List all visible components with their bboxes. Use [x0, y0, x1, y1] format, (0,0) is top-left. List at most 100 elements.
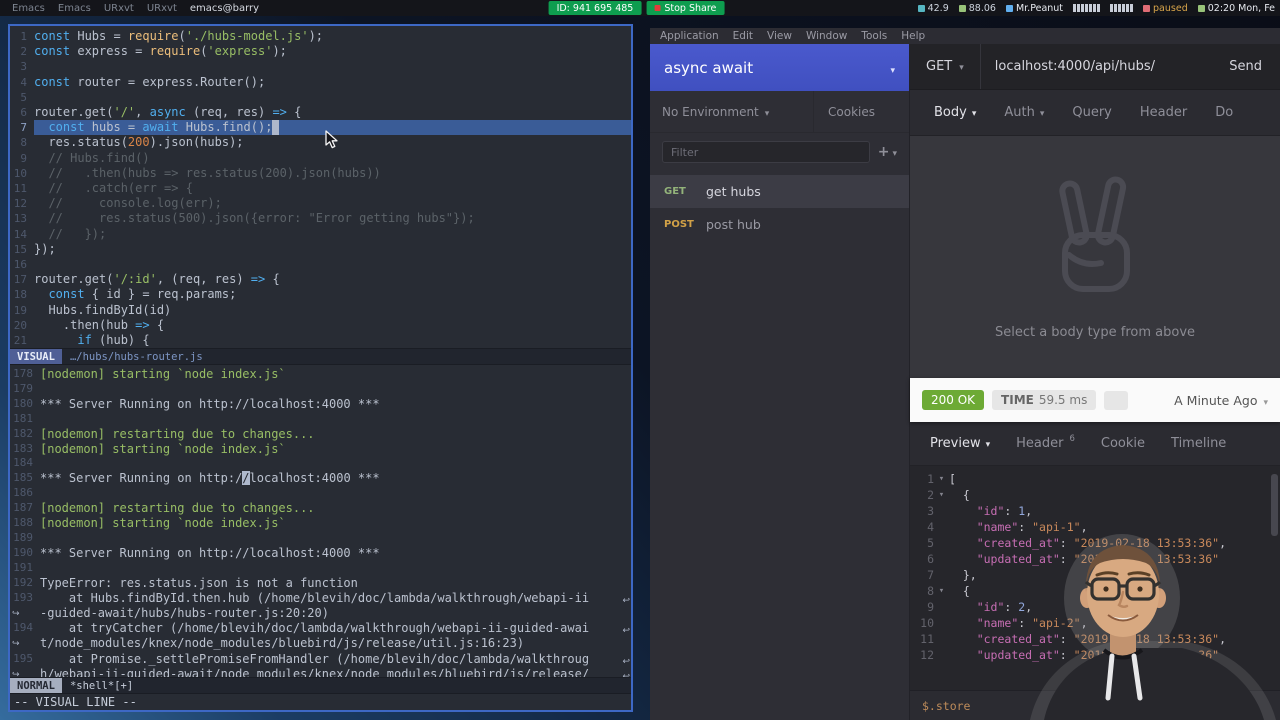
desktop: Emacs Emacs URxvt URxvt emacs@barry ID: 941 … [0, 0, 1280, 720]
code-text: // .catch(err => { [34, 181, 193, 196]
response-tab-cookie[interactable]: Cookie [1101, 436, 1145, 451]
shell-line: h/webapi-ii-guided-await/node_modules/kn… [10, 667, 631, 677]
line-number: 184 [13, 456, 33, 470]
shell-line: 193 at Hubs.findById.then.hub (/home/ble… [10, 591, 631, 606]
echo-area: -- VISUAL LINE -- [14, 695, 137, 709]
environment-selector[interactable]: No Environment [650, 91, 813, 132]
code-line: 17 router.get('/:id', (req, res) => { [10, 272, 631, 287]
shell-text: -guided-await/hubs/hubs-router.js:20:20) [40, 605, 329, 620]
line-number: 15 [13, 242, 27, 256]
chevron-down-icon [1263, 393, 1268, 408]
menu-tools[interactable]: Tools [861, 30, 887, 42]
menu-window[interactable]: Window [806, 30, 847, 42]
tray-icon [1143, 4, 1151, 12]
shell-line: 185 *** Server Running on http://localhos… [10, 471, 631, 486]
menu-edit[interactable]: Edit [733, 30, 753, 42]
code-line: 11 // .catch(err => { [10, 181, 631, 196]
scrollbar-thumb[interactable] [1271, 474, 1278, 536]
workspace-dropdown[interactable]: async await [650, 44, 909, 91]
plus-icon [878, 144, 890, 160]
send-button[interactable]: Send [1211, 44, 1280, 89]
request-item[interactable]: GET get hubs [650, 175, 909, 208]
app-main: async await No Environment Cookies [650, 44, 1280, 720]
shell-line: t/node_modules/knex/node_modules/bluebir… [10, 636, 631, 652]
json-line: 11 "created_at": "2019-02-18 13:53:36", [910, 631, 1280, 647]
response-tabs: Preview Header 6 Cookie Timeline [910, 422, 1280, 466]
request-tab-query[interactable]: Query [1072, 105, 1112, 120]
url-input[interactable]: localhost:4000/api/hubs/ [981, 59, 1211, 74]
json-line: 7 }, [910, 567, 1280, 583]
code-text: router.get('/', async (req, res) => { [34, 105, 302, 120]
request-item[interactable]: POST post hub [650, 208, 909, 241]
json-line: 10 "name": "api-2", [910, 615, 1280, 631]
wrap-arrow-icon [622, 668, 630, 677]
response-history-dropdown[interactable]: A Minute Ago [1174, 393, 1268, 408]
wrap-continue-icon [10, 636, 40, 652]
json-text: "id": 1, [976, 504, 1033, 518]
response-meta: 200 OK TIME 59.5 ms A Minute Ago [910, 378, 1280, 422]
shell-line: 194 at tryCatcher (/home/blevih/doc/lamb… [10, 621, 631, 636]
cookies-button[interactable]: Cookies [813, 91, 909, 132]
shell-buffer[interactable]: 178 [nodemon] starting `node index.js` 179… [10, 365, 631, 677]
menu-view[interactable]: View [767, 30, 792, 42]
body-hint: Select a body type from above [994, 324, 1196, 340]
code-line: 19 Hubs.findById(id) [10, 303, 631, 318]
line-number: 181 [13, 411, 33, 425]
code-line: 5 [10, 90, 631, 105]
tab-label: Cookie [1100, 436, 1146, 451]
response-tab-header[interactable]: Header 6 [1016, 434, 1075, 452]
method-dropdown[interactable]: GET [910, 44, 980, 89]
json-text: [ [949, 472, 956, 486]
response-tab-timeline[interactable]: Timeline [1171, 436, 1226, 451]
request-tab-body[interactable]: Body [934, 105, 976, 120]
sidebar-filter-input[interactable] [662, 141, 870, 163]
menu-application[interactable]: Application [660, 30, 719, 42]
tray-label: 88.06 [968, 2, 996, 14]
request-name: post hub [706, 217, 761, 232]
environment-label: No Environment [662, 104, 759, 119]
size-badge [1104, 390, 1129, 410]
window-button[interactable]: Emacs [12, 3, 45, 14]
fold-caret-icon[interactable]: ▾ [934, 487, 949, 503]
history-label: A Minute Ago [1174, 392, 1258, 408]
json-view[interactable]: 1 ▾[2 ▾ {3 "id": 1, 4 "name": "api-1", 5 "cr… [910, 466, 1280, 690]
code-line: 15}); [10, 242, 631, 257]
bar-icon [1118, 4, 1122, 12]
tray-label: 42.9 [927, 2, 949, 14]
line-number: 6 [20, 106, 27, 120]
window-button[interactable]: URxvt [104, 3, 134, 14]
stop-share-button[interactable]: Stop Share [646, 1, 725, 15]
tray-item: 02:20 Mon, Fe [1197, 3, 1275, 14]
method-label: GET [664, 186, 686, 197]
fold-caret-icon[interactable]: ▾ [934, 471, 949, 487]
json-path-filter-input[interactable] [922, 698, 1042, 713]
add-request-button[interactable] [878, 144, 897, 160]
line-number: 3 [20, 60, 27, 74]
line-number: 186 [13, 486, 33, 500]
window-button[interactable]: URxvt [147, 3, 177, 14]
code-text: }); [34, 241, 56, 256]
json-line: 4 "name": "api-1", [910, 519, 1280, 535]
shell-text: *** Server Running on http://localhost:4… [40, 396, 380, 411]
code-line: 16 [10, 257, 631, 272]
window-button[interactable]: Emacs [58, 3, 91, 14]
request-tab-header[interactable]: Header [1140, 105, 1187, 120]
tab-label: Auth [1004, 105, 1035, 120]
json-text: }, [949, 568, 977, 582]
fold-caret-icon[interactable]: ▾ [934, 583, 949, 599]
tray-label: paused [1153, 2, 1188, 14]
zoom-meeting-id-badge[interactable]: ID: 941 695 485 [548, 1, 642, 15]
menu-help[interactable]: Help [901, 30, 925, 42]
code-buffer[interactable]: 1 const Hubs = require('./hubs-model.js')… [10, 26, 631, 348]
line-number: 21 [13, 334, 27, 348]
json-line-number: 10 [920, 616, 934, 630]
help-button[interactable]: ? [1238, 697, 1254, 713]
request-tab-do[interactable]: Do [1215, 105, 1233, 120]
chevron-down-icon [1040, 105, 1045, 120]
shell-line: 189 [10, 531, 631, 546]
request-tab-auth[interactable]: Auth [1004, 105, 1044, 120]
window-button[interactable]: emacs@barry [190, 3, 259, 14]
json-line-number: 11 [920, 632, 934, 646]
response-tab-preview[interactable]: Preview [930, 436, 990, 451]
